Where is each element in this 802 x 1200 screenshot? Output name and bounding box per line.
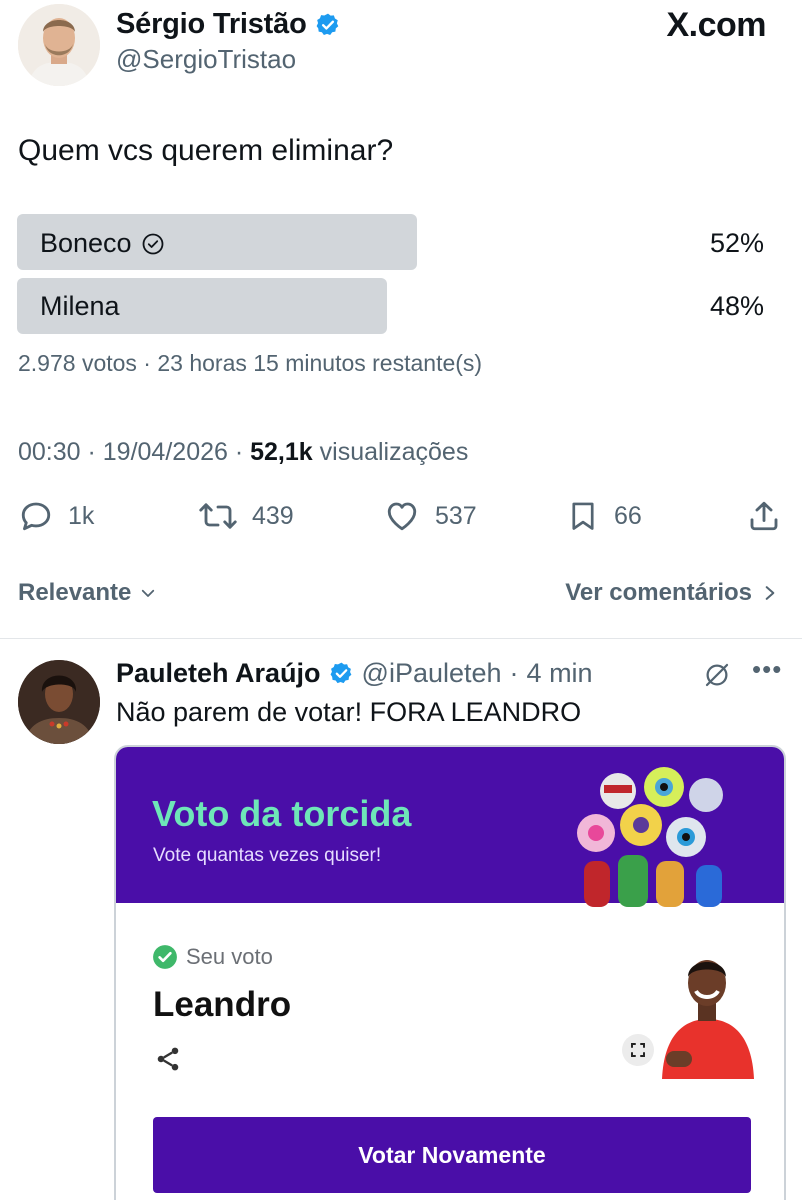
poll-option-text: Boneco (40, 228, 132, 258)
poll-option-percent: 52% (709, 228, 764, 258)
retweet-icon (199, 503, 237, 529)
author-name-row[interactable]: Sérgio Tristão (116, 8, 341, 41)
share-icon (154, 1045, 182, 1078)
tweet-meta: 00:30 · 19/04/2026 · 52,1k visualizações (18, 438, 468, 467)
reply-button[interactable]: 1k (18, 498, 94, 534)
poll-option-label: Milena (40, 291, 120, 322)
expand-icon[interactable] (622, 1034, 654, 1066)
reply-text: Não parem de votar! FORA LEANDRO (116, 697, 582, 727)
sort-label: Relevante (18, 579, 132, 606)
separator: · (509, 658, 519, 688)
reply-icon (21, 502, 51, 531)
verified-badge-icon (330, 662, 351, 684)
divider (0, 638, 802, 639)
author-name[interactable]: Sérgio Tristão (116, 8, 307, 41)
reply-time[interactable]: 4 min (527, 658, 593, 689)
tweet-text: Quem vcs querem eliminar? (18, 134, 394, 167)
poll-meta: 2.978 votos · 23 horas 15 minutos restan… (18, 350, 483, 376)
reply-header: Pauleteh Araújo @iPauleteh · 4 min (116, 658, 593, 689)
bookmark-icon (572, 502, 594, 530)
reply-avatar[interactable] (18, 660, 100, 744)
vote-name: Leandro (153, 985, 292, 1024)
tweet-timestamp[interactable]: 00:30 · 19/04/2026 · (18, 438, 250, 466)
more-icon[interactable]: ••• (752, 654, 782, 685)
vote-again-button[interactable]: Votar Novamente (153, 1117, 751, 1193)
check-circle-icon (152, 944, 178, 975)
share-button[interactable] (746, 498, 782, 534)
card-subtitle: Vote quantas vezes quiser! (153, 845, 382, 866)
reply-author-handle[interactable]: @iPauleteh (362, 658, 502, 689)
like-icon (387, 502, 417, 531)
chevron-down-icon (142, 589, 155, 597)
person-image (648, 939, 766, 1079)
see-comments-label: Ver comentários (565, 579, 752, 606)
vote-label: Seu voto (186, 944, 273, 969)
card-title: Voto da torcida (152, 793, 412, 834)
poll-option-text: Milena (40, 291, 120, 321)
author-avatar[interactable] (18, 4, 100, 86)
share-icon (750, 501, 778, 531)
embedded-image-card[interactable]: Voto da torcida Vote quantas vezes quise… (114, 745, 786, 1200)
see-comments-link[interactable]: Ver comentários (565, 579, 778, 607)
reply-author-name[interactable]: Pauleteh Araújo (116, 658, 321, 689)
author-handle[interactable]: @SergioTristao (116, 44, 296, 75)
sort-dropdown[interactable]: Relevante (18, 579, 157, 607)
bookmark-count: 66 (614, 501, 642, 530)
poll-option-percent: 48% (709, 291, 764, 321)
check-circle-icon (142, 233, 163, 254)
retweet-count: 439 (252, 501, 294, 530)
bookmark-button[interactable]: 66 (566, 498, 642, 534)
views-count: 52,1k (250, 438, 313, 466)
site-logo: X.com (666, 6, 766, 44)
verified-badge-icon (316, 13, 338, 35)
retweet-button[interactable]: 439 (198, 498, 294, 534)
views-label: visualizações (312, 438, 469, 466)
poll-option-label: Boneco (40, 228, 165, 259)
reply-count: 1k (68, 501, 95, 530)
like-button[interactable]: 537 (383, 498, 477, 534)
chevron-right-icon (765, 586, 775, 600)
mascots-image (556, 765, 756, 907)
like-count: 537 (435, 501, 477, 530)
grok-icon[interactable] (702, 660, 732, 695)
